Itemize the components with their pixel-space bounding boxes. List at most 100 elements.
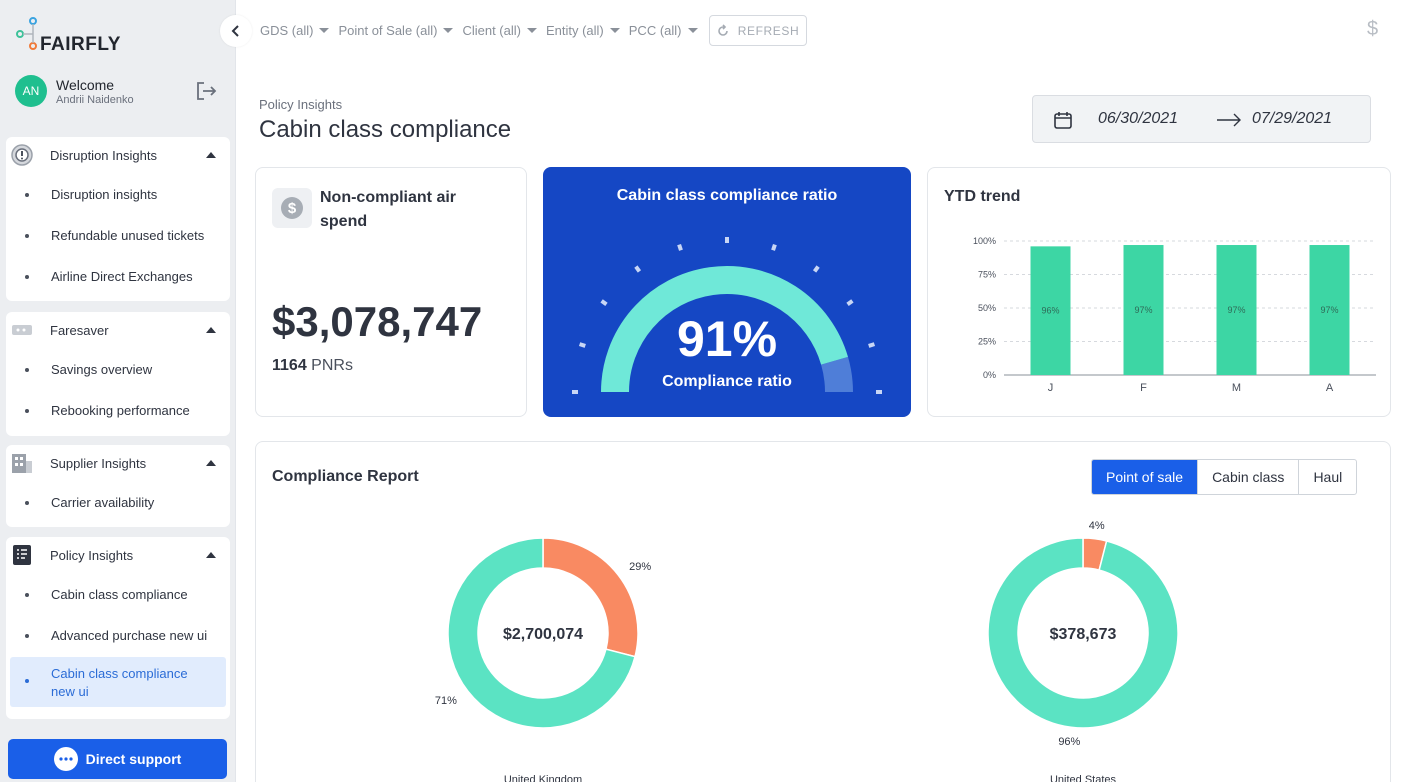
svg-text:$: $: [288, 200, 297, 217]
filter-gds[interactable]: GDS (all): [260, 23, 330, 38]
sidebar-item-label: Carrier availability: [51, 495, 155, 510]
sidebar-section-title: Supplier Insights: [50, 456, 147, 471]
chevron-left-icon: [231, 25, 239, 37]
bullet-icon: [25, 634, 29, 638]
gauge-tick: [771, 243, 777, 251]
spend-card-title: Non-compliant air spend: [320, 189, 457, 230]
donut-center-value: $2,700,074: [503, 626, 583, 643]
welcome-text: Welcome: [56, 77, 115, 93]
y-tick-label: 50%: [978, 303, 996, 313]
logout-icon[interactable]: [195, 81, 217, 101]
sidebar-section-policy: Policy Insights Cabin class compliance A…: [6, 537, 230, 719]
donut-title: United States: [1050, 774, 1117, 782]
sidebar-section-header[interactable]: Faresaver: [6, 312, 230, 350]
avatar[interactable]: AN: [15, 75, 47, 107]
sidebar-item-savings-overview[interactable]: Savings overview: [6, 350, 230, 391]
sidebar-section-header[interactable]: Disruption Insights: [6, 137, 230, 175]
date-range-picker[interactable]: 06/30/2021 07/29/2021: [1032, 95, 1371, 143]
dollar-circle-icon: $: [272, 188, 312, 228]
sidebar-item-label: Savings overview: [51, 362, 153, 377]
fairfly-logo[interactable]: FAIRFLY: [16, 16, 136, 58]
bullet-icon: [25, 234, 29, 238]
refresh-button[interactable]: REFRESH: [708, 15, 807, 46]
donut-slice-label: 71%: [435, 695, 457, 707]
pnr-count-label: PNRs: [311, 357, 353, 374]
gauge-tick: [812, 265, 820, 273]
bullet-icon: [25, 193, 29, 197]
pnr-count: 1164 PNRs: [272, 357, 353, 375]
sidebar-section-supplier: Supplier Insights Carrier availability: [6, 445, 230, 527]
sidebar-item-rebooking-performance[interactable]: Rebooking performance: [6, 391, 230, 432]
y-tick-label: 100%: [973, 236, 996, 246]
gauge-tick: [600, 299, 608, 307]
sidebar-item-airline-direct-exchanges[interactable]: Airline Direct Exchanges: [6, 257, 230, 298]
bullet-icon: [25, 368, 29, 372]
compliance-report-card: Compliance Report Point of sale Cabin cl…: [255, 441, 1391, 782]
y-tick-label: 0%: [983, 370, 996, 380]
chat-bubble-icon: [53, 747, 78, 771]
collapse-sidebar-button[interactable]: [220, 15, 252, 47]
gauge-tick: [846, 299, 854, 307]
arrow-right-icon: [1217, 113, 1241, 127]
filter-label: Point of Sale (all): [338, 23, 438, 38]
donut-slice-label: 4%: [1089, 520, 1105, 532]
sidebar-item-cabin-class-compliance-new-ui[interactable]: Cabin class compliance new ui: [10, 657, 226, 707]
donut-slice-label: 29%: [629, 561, 651, 573]
bullet-icon: [25, 501, 29, 505]
caret-down-icon: [319, 28, 330, 33]
logo-text: FAIRFLY: [40, 34, 121, 55]
sidebar-item-label: Cabin class compliance new ui: [51, 666, 188, 699]
pnr-count-value: 1164: [272, 357, 307, 374]
bullet-icon: [25, 275, 29, 279]
sidebar-item-cabin-class-compliance[interactable]: Cabin class compliance: [6, 575, 230, 616]
sidebar-item-refundable-unused-tickets[interactable]: Refundable unused tickets: [6, 216, 230, 257]
bar-data-label: 96%: [1041, 306, 1059, 316]
caret-down-icon: [526, 28, 537, 33]
filter-pcc[interactable]: PCC (all): [629, 23, 698, 38]
sidebar-item-disruption-insights[interactable]: Disruption insights: [6, 175, 230, 216]
currency-icon[interactable]: $: [1367, 18, 1378, 41]
page-title: Cabin class compliance: [259, 116, 512, 143]
caret-down-icon: [443, 28, 454, 33]
caret-down-icon: [687, 28, 698, 33]
sidebar-item-label: Airline Direct Exchanges: [51, 269, 193, 284]
caret-up-icon: [206, 460, 216, 466]
user-name: Andrii Naidenko: [56, 94, 134, 106]
compliance-donut-charts: 29% 71% $2,700,074 United Kingdom 4% 96% $378,…: [435, 520, 1179, 782]
x-tick-label: M: [1232, 382, 1241, 394]
sidebar-item-label: Cabin class compliance: [51, 587, 188, 602]
x-tick-label: F: [1140, 382, 1147, 394]
filter-label: PCC (all): [628, 23, 682, 38]
sidebar-section-header[interactable]: Supplier Insights: [6, 445, 230, 483]
alert-circle-icon: [10, 143, 34, 167]
filter-label: Entity (all): [545, 23, 604, 38]
bullet-icon: [25, 409, 29, 413]
sidebar-item-advanced-purchase-new-ui[interactable]: Advanced purchase new ui: [6, 616, 230, 657]
bullet-icon: [25, 593, 29, 597]
spend-amount: $3,078,747: [272, 298, 483, 345]
sidebar-item-carrier-availability[interactable]: Carrier availability: [6, 483, 230, 524]
direct-support-label: Direct support: [85, 751, 182, 767]
filter-bar: GDS (all) Point of Sale (all) Client (al…: [260, 15, 807, 46]
date-from: 06/30/2021: [1098, 110, 1179, 127]
filter-label: Client (all): [462, 23, 521, 38]
caret-up-icon: [206, 327, 216, 333]
ytd-bar-chart: 0% 25% 50% 75% 100% 96% J 97% F 97% M 97% A: [973, 236, 1376, 394]
bar-data-label: 97%: [1134, 305, 1152, 315]
filter-point-of-sale[interactable]: Point of Sale (all): [338, 23, 454, 38]
refresh-label: REFRESH: [737, 23, 800, 38]
non-compliant-spend-card: $ Non-compliant air spend $3,078,747 116…: [255, 167, 527, 417]
filter-entity[interactable]: Entity (all): [546, 23, 620, 38]
donut-slice-label: 96%: [1058, 736, 1080, 748]
filter-client[interactable]: Client (all): [462, 23, 537, 38]
y-tick-label: 25%: [978, 337, 996, 347]
sidebar-section-header[interactable]: Policy Insights: [6, 537, 230, 575]
compliance-ratio-card: Cabin class compliance ratio 91% Complia…: [543, 167, 911, 417]
gauge-tick: [634, 265, 642, 273]
building-icon: [10, 451, 34, 475]
caret-down-icon: [609, 28, 620, 33]
breadcrumb: Policy Insights: [259, 97, 343, 112]
bullet-icon: [25, 679, 29, 683]
direct-support-button[interactable]: Direct support: [8, 739, 227, 779]
sidebar: FAIRFLY AN Welcome Andrii Naidenko Disru…: [0, 0, 236, 782]
